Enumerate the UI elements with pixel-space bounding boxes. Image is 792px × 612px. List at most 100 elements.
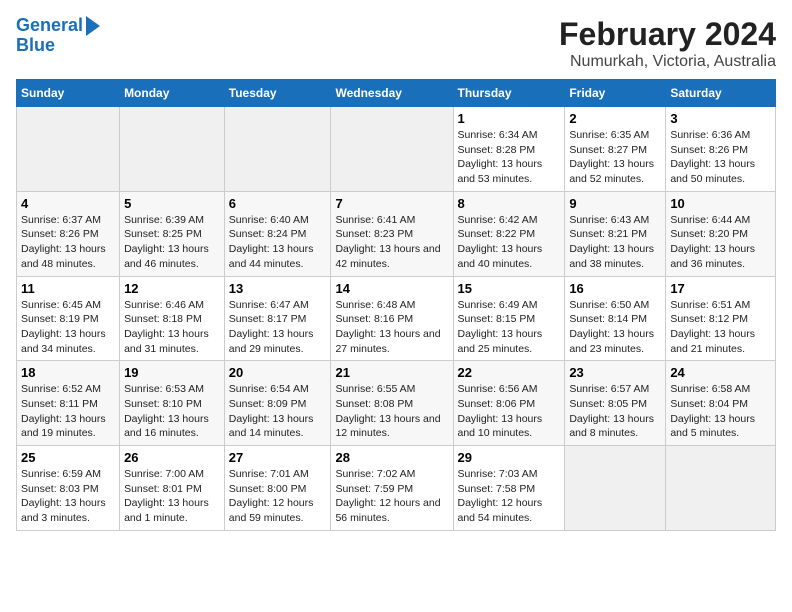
calendar-cell: 29 Sunrise: 7:03 AM Sunset: 7:58 PM Dayli… [453,446,565,531]
day-detail: Sunrise: 6:49 AM Sunset: 8:15 PM Dayligh… [458,298,561,357]
day-number: 10 [670,196,771,211]
day-number: 18 [21,365,115,380]
calendar-cell: 13 Sunrise: 6:47 AM Sunset: 8:17 PM Dayli… [224,276,331,361]
day-detail: Sunrise: 6:42 AM Sunset: 8:22 PM Dayligh… [458,213,561,272]
day-detail: Sunrise: 6:34 AM Sunset: 8:28 PM Dayligh… [458,128,561,187]
calendar-cell: 21Sunrise: 6:55 AM Sunset: 8:08 PM Dayli… [331,361,453,446]
header: General Blue February 2024 Numurkah, Vic… [16,16,776,71]
day-number: 4 [21,196,115,211]
day-detail: Sunrise: 7:00 AM Sunset: 8:01 PM Dayligh… [124,467,220,526]
day-number: 20 [229,365,327,380]
calendar-cell: 27 Sunrise: 7:01 AM Sunset: 8:00 PM Dayli… [224,446,331,531]
day-number: 28 [335,450,448,465]
calendar-cell [17,107,120,192]
calendar-cell: 12 Sunrise: 6:46 AM Sunset: 8:18 PM Dayli… [120,276,225,361]
page-title: February 2024 [559,16,776,53]
calendar-cell: 20 Sunrise: 6:54 AM Sunset: 8:09 PM Dayli… [224,361,331,446]
day-detail: Sunrise: 6:56 AM Sunset: 8:06 PM Dayligh… [458,382,561,441]
column-header-sunday: Sunday [17,80,120,107]
calendar-cell [666,446,776,531]
day-number: 13 [229,281,327,296]
day-detail: Sunrise: 6:40 AM Sunset: 8:24 PM Dayligh… [229,213,327,272]
calendar-cell: 28Sunrise: 7:02 AM Sunset: 7:59 PM Dayli… [331,446,453,531]
calendar-cell: 17 Sunrise: 6:51 AM Sunset: 8:12 PM Dayli… [666,276,776,361]
day-number: 16 [569,281,661,296]
day-number: 14 [335,281,448,296]
column-header-friday: Friday [565,80,666,107]
day-number: 2 [569,111,661,126]
day-detail: Sunrise: 6:35 AM Sunset: 8:27 PM Dayligh… [569,128,661,187]
calendar-cell: 22Sunrise: 6:56 AM Sunset: 8:06 PM Dayli… [453,361,565,446]
day-detail: Sunrise: 6:48 AM Sunset: 8:16 PM Dayligh… [335,298,448,357]
calendar-cell [224,107,331,192]
day-detail: Sunrise: 6:44 AM Sunset: 8:20 PM Dayligh… [670,213,771,272]
calendar-cell: 6 Sunrise: 6:40 AM Sunset: 8:24 PM Daylig… [224,191,331,276]
day-number: 15 [458,281,561,296]
day-number: 17 [670,281,771,296]
logo: General Blue [16,16,100,56]
day-number: 24 [670,365,771,380]
calendar-cell: 4 Sunrise: 6:37 AM Sunset: 8:26 PM Daylig… [17,191,120,276]
calendar-cell: 11 Sunrise: 6:45 AM Sunset: 8:19 PM Dayli… [17,276,120,361]
column-header-thursday: Thursday [453,80,565,107]
column-header-wednesday: Wednesday [331,80,453,107]
day-detail: Sunrise: 6:43 AM Sunset: 8:21 PM Dayligh… [569,213,661,272]
calendar-cell: 15 Sunrise: 6:49 AM Sunset: 8:15 PM Dayli… [453,276,565,361]
column-header-saturday: Saturday [666,80,776,107]
column-header-monday: Monday [120,80,225,107]
calendar-cell: 3 Sunrise: 6:36 AM Sunset: 8:26 PM Daylig… [666,107,776,192]
day-detail: Sunrise: 6:59 AM Sunset: 8:03 PM Dayligh… [21,467,115,526]
calendar-cell: 9 Sunrise: 6:43 AM Sunset: 8:21 PM Daylig… [565,191,666,276]
logo-text: General [16,16,83,36]
day-number: 23 [569,365,661,380]
calendar-week-row: 25 Sunrise: 6:59 AM Sunset: 8:03 PM Dayli… [17,446,776,531]
day-number: 9 [569,196,661,211]
calendar-week-row: 18 Sunrise: 6:52 AM Sunset: 8:11 PM Dayli… [17,361,776,446]
calendar-cell: 1 Sunrise: 6:34 AM Sunset: 8:28 PM Daylig… [453,107,565,192]
day-detail: Sunrise: 7:03 AM Sunset: 7:58 PM Dayligh… [458,467,561,526]
calendar-table: SundayMondayTuesdayWednesdayThursdayFrid… [16,79,776,531]
day-number: 7 [335,196,448,211]
calendar-week-row: 4 Sunrise: 6:37 AM Sunset: 8:26 PM Daylig… [17,191,776,276]
day-detail: Sunrise: 6:36 AM Sunset: 8:26 PM Dayligh… [670,128,771,187]
calendar-cell: 2 Sunrise: 6:35 AM Sunset: 8:27 PM Daylig… [565,107,666,192]
day-detail: Sunrise: 6:53 AM Sunset: 8:10 PM Dayligh… [124,382,220,441]
day-number: 8 [458,196,561,211]
calendar-header-row: SundayMondayTuesdayWednesdayThursdayFrid… [17,80,776,107]
calendar-week-row: 11 Sunrise: 6:45 AM Sunset: 8:19 PM Dayli… [17,276,776,361]
day-detail: Sunrise: 6:50 AM Sunset: 8:14 PM Dayligh… [569,298,661,357]
day-detail: Sunrise: 6:41 AM Sunset: 8:23 PM Dayligh… [335,213,448,272]
calendar-cell [565,446,666,531]
calendar-cell: 5Sunrise: 6:39 AM Sunset: 8:25 PM Daylig… [120,191,225,276]
calendar-cell: 16 Sunrise: 6:50 AM Sunset: 8:14 PM Dayli… [565,276,666,361]
day-detail: Sunrise: 6:45 AM Sunset: 8:19 PM Dayligh… [21,298,115,357]
calendar-cell: 26Sunrise: 7:00 AM Sunset: 8:01 PM Dayli… [120,446,225,531]
logo-arrow-icon [86,16,100,36]
day-detail: Sunrise: 6:51 AM Sunset: 8:12 PM Dayligh… [670,298,771,357]
day-detail: Sunrise: 6:52 AM Sunset: 8:11 PM Dayligh… [21,382,115,441]
day-number: 21 [335,365,448,380]
day-number: 27 [229,450,327,465]
day-number: 12 [124,281,220,296]
day-number: 25 [21,450,115,465]
day-detail: Sunrise: 6:37 AM Sunset: 8:26 PM Dayligh… [21,213,115,272]
calendar-cell: 24Sunrise: 6:58 AM Sunset: 8:04 PM Dayli… [666,361,776,446]
day-number: 11 [21,281,115,296]
calendar-cell: 7 Sunrise: 6:41 AM Sunset: 8:23 PM Daylig… [331,191,453,276]
day-number: 6 [229,196,327,211]
day-detail: Sunrise: 6:57 AM Sunset: 8:05 PM Dayligh… [569,382,661,441]
day-detail: Sunrise: 7:01 AM Sunset: 8:00 PM Dayligh… [229,467,327,526]
column-header-tuesday: Tuesday [224,80,331,107]
day-number: 3 [670,111,771,126]
day-detail: Sunrise: 6:47 AM Sunset: 8:17 PM Dayligh… [229,298,327,357]
day-detail: Sunrise: 6:46 AM Sunset: 8:18 PM Dayligh… [124,298,220,357]
calendar-cell: 23 Sunrise: 6:57 AM Sunset: 8:05 PM Dayli… [565,361,666,446]
calendar-cell: 18 Sunrise: 6:52 AM Sunset: 8:11 PM Dayli… [17,361,120,446]
day-number: 1 [458,111,561,126]
day-number: 19 [124,365,220,380]
day-number: 29 [458,450,561,465]
day-number: 5 [124,196,220,211]
day-detail: Sunrise: 6:54 AM Sunset: 8:09 PM Dayligh… [229,382,327,441]
calendar-cell: 8 Sunrise: 6:42 AM Sunset: 8:22 PM Daylig… [453,191,565,276]
calendar-week-row: 1 Sunrise: 6:34 AM Sunset: 8:28 PM Daylig… [17,107,776,192]
